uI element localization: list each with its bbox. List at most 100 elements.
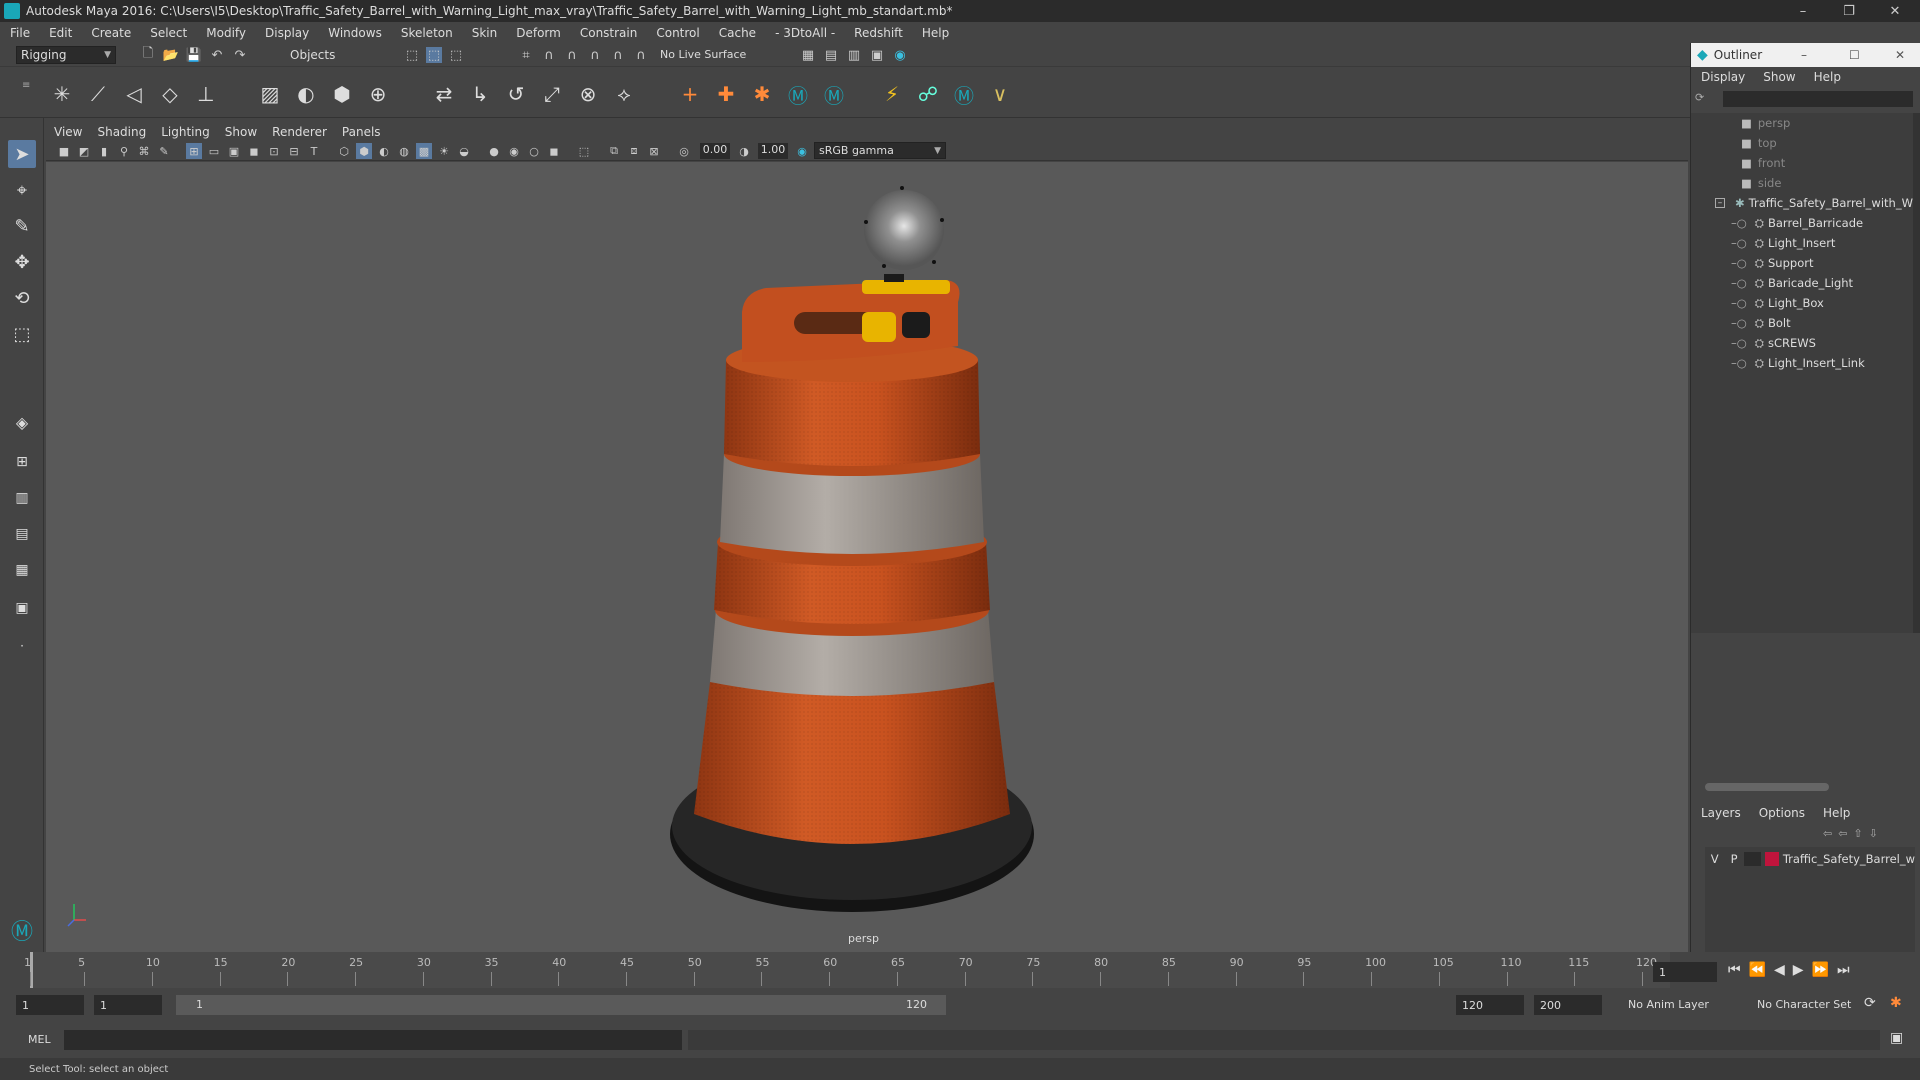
outliner-horizontal-scrollbar[interactable] [1705, 783, 1829, 791]
field-chart-icon[interactable]: ⊡ [266, 143, 282, 159]
refresh-icon[interactable]: ⟳ [1695, 91, 1711, 107]
rotate-tool-icon[interactable]: ⟲ [8, 284, 36, 312]
point-constraint-icon[interactable]: ⇄ [430, 80, 458, 108]
menu-deform[interactable]: Deform [516, 26, 561, 40]
joint-tool-icon[interactable]: ✳ [48, 80, 76, 108]
anim-layer-dropdown[interactable]: No Anim Layer [1628, 998, 1709, 1011]
maximize-icon[interactable]: ☐ [1849, 48, 1860, 62]
move-tool-icon[interactable]: ✥ [8, 248, 36, 276]
hypershade-icon[interactable]: ◉ [892, 47, 908, 63]
outliner-layout-icon[interactable]: ▥ [8, 484, 36, 512]
safe-title-icon[interactable]: T [306, 143, 322, 159]
four-view-layout-icon[interactable]: ⊞ [8, 448, 36, 476]
isolate-select-icon[interactable]: ⬚ [576, 143, 592, 159]
orient-joint-icon[interactable]: ⊥ [192, 80, 220, 108]
snap-view-icon[interactable]: ∩ [587, 47, 603, 63]
exposure-icon[interactable]: ◎ [676, 143, 692, 159]
collapse-icon[interactable]: – [1715, 198, 1725, 208]
skeleton-icon[interactable]: ☍ [914, 80, 942, 108]
aim-constraint-icon[interactable]: ↳ [466, 80, 494, 108]
live-surface-label[interactable]: No Live Surface [660, 48, 746, 61]
menu-edit[interactable]: Edit [49, 26, 72, 40]
layer-color-swatch[interactable] [1765, 852, 1779, 866]
outliner-menu-show[interactable]: Show [1763, 70, 1795, 84]
menu-help[interactable]: Help [922, 26, 949, 40]
anti-aliasing-icon[interactable]: ○ [526, 143, 542, 159]
layer-menu-layers[interactable]: Layers [1701, 806, 1741, 820]
mel-label[interactable]: MEL [28, 1033, 51, 1046]
time-slider[interactable]: 1 5 10 15 20 25 30 35 40 45 50 55 60 65 70 75 80 85 90 95 10… [0, 952, 1920, 988]
layer-playback-toggle[interactable]: P [1724, 852, 1743, 866]
select-component-icon[interactable]: ⬚ [448, 47, 464, 63]
layer-menu-options[interactable]: Options [1759, 806, 1805, 820]
redo-icon[interactable]: ↷ [232, 47, 248, 63]
graph-layout-icon[interactable]: ▤ [8, 520, 36, 548]
playback-end-field[interactable]: 120 [1456, 995, 1524, 1015]
film-gate-icon[interactable]: ▭ [206, 143, 222, 159]
use-all-lights-icon[interactable]: ☀ [436, 143, 452, 159]
outliner-item-screws[interactable]: –○ ⛭ sCREWS [1731, 333, 1920, 353]
minimize-icon[interactable]: – [1801, 48, 1807, 62]
snap-point-icon[interactable]: ∩ [564, 47, 580, 63]
menu-redshift[interactable]: Redshift [854, 26, 903, 40]
vp-menu-view[interactable]: View [54, 125, 82, 139]
character-set-dropdown[interactable]: No Character Set [1757, 998, 1851, 1011]
auto-key-icon[interactable]: ⟳ [1864, 995, 1876, 1011]
perspective-viewport[interactable]: persp [46, 162, 1688, 952]
lattice-icon[interactable]: ⬢ [328, 80, 356, 108]
mel-input[interactable] [64, 1030, 682, 1050]
outliner-item-support[interactable]: –○ ⛭ Support [1731, 253, 1920, 273]
select-tool-icon[interactable]: ➤ [8, 140, 36, 168]
selection-mask-label[interactable]: Objects [290, 48, 335, 62]
outliner-camera-persp[interactable]: ■ persp [1741, 113, 1920, 133]
xray-joints-icon[interactable]: ⧈ [626, 143, 642, 159]
vp-menu-lighting[interactable]: Lighting [161, 125, 210, 139]
xray-icon[interactable]: ⧉ [606, 143, 622, 159]
render-view-icon[interactable]: ▣ [869, 47, 885, 63]
deform-icon[interactable]: ∨ [986, 80, 1014, 108]
outliner-item-barrel-barricade[interactable]: –○ ⛭ Barrel_Barricade [1731, 213, 1920, 233]
breakdown-key-icon[interactable]: ✱ [748, 80, 776, 108]
grid-icon[interactable]: ⊞ [186, 143, 202, 159]
layer-action-icons[interactable]: ⇦⇦⇧⇩ [1823, 827, 1913, 841]
paint-select-icon[interactable]: ✎ [8, 212, 36, 240]
color-management-icon[interactable]: ◉ [794, 143, 810, 159]
parent-constraint-icon[interactable]: ⊗ [574, 80, 602, 108]
locator-icon[interactable]: + [676, 80, 704, 108]
time-slider-track[interactable] [30, 952, 1670, 988]
undo-icon[interactable]: ↶ [209, 47, 225, 63]
outliner-menu-help[interactable]: Help [1814, 70, 1841, 84]
depth-of-field-icon[interactable]: ◼ [546, 143, 562, 159]
pole-vector-icon[interactable]: ⟡ [610, 80, 638, 108]
snap-curve-icon[interactable]: ∩ [541, 47, 557, 63]
new-scene-icon[interactable]: 🗋 [140, 46, 156, 63]
menu-3dtoall[interactable]: - 3DtoAll - [775, 26, 835, 40]
vp-menu-shading[interactable]: Shading [97, 125, 146, 139]
close-button[interactable]: ✕ [1872, 0, 1918, 22]
shadows-icon[interactable]: ◒ [456, 143, 472, 159]
close-icon[interactable]: ✕ [1895, 48, 1905, 62]
menu-skin[interactable]: Skin [472, 26, 498, 40]
scale-tool-icon[interactable]: ⬚ [8, 320, 36, 348]
custom-layout-icon[interactable]: ▣ [8, 594, 36, 622]
ipr-render-icon[interactable]: ▥ [846, 47, 862, 63]
open-scene-icon[interactable]: 📂 [163, 47, 179, 63]
snap-live-icon[interactable]: ∩ [633, 47, 649, 63]
ik-spline-icon[interactable]: ◁ [120, 80, 148, 108]
exposure-field[interactable]: 0.00 [700, 143, 730, 159]
wireframe-icon[interactable]: ⬡ [336, 143, 352, 159]
textured-icon[interactable]: ▩ [416, 143, 432, 159]
ik-handle-icon[interactable]: ⟋ [84, 80, 112, 108]
outliner-group-row[interactable]: – ✱ Traffic_Safety_Barrel_with_W [1715, 193, 1913, 213]
default-material-icon[interactable]: ◐ [376, 143, 392, 159]
restore-button[interactable]: ❐ [1826, 0, 1872, 22]
bookmark-icon[interactable]: ▮ [96, 143, 112, 159]
snap-grid-icon[interactable]: ⌗ [518, 47, 534, 63]
script-editor-icon[interactable]: ▣ [1890, 1030, 1903, 1046]
vp-menu-show[interactable]: Show [225, 125, 257, 139]
xray-active-icon[interactable]: ⊠ [646, 143, 662, 159]
menu-skeleton[interactable]: Skeleton [401, 26, 453, 40]
anim-prefs-icon[interactable]: ✱ [1890, 995, 1902, 1011]
bind-skin-icon[interactable]: ▨ [256, 80, 284, 108]
range-slider[interactable]: 1 120 [176, 995, 946, 1015]
